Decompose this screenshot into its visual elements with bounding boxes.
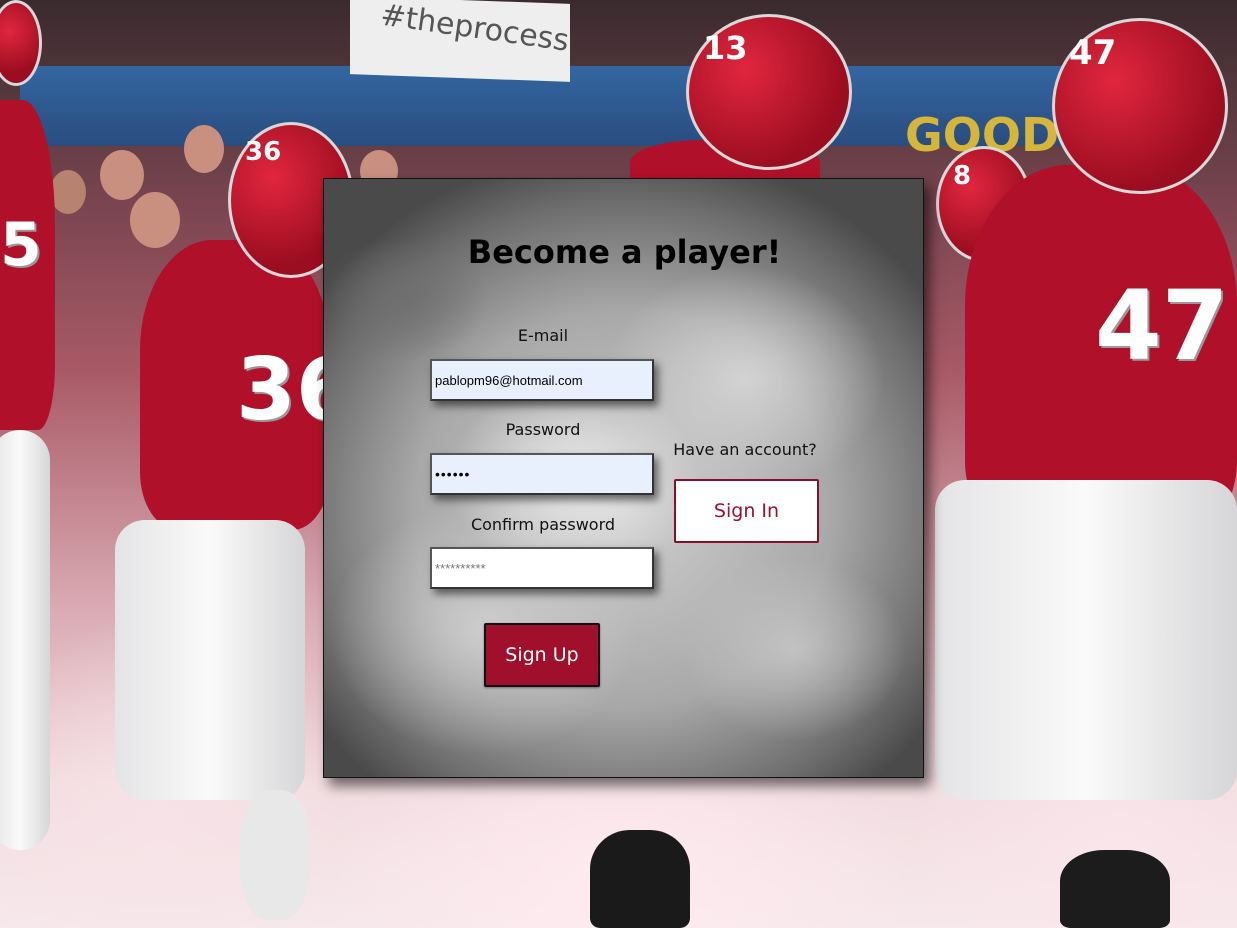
cleat <box>240 790 310 920</box>
crowd-fan <box>50 170 86 214</box>
jersey-number: 5 <box>0 210 42 280</box>
email-field[interactable] <box>430 359 654 401</box>
cleat <box>590 830 690 928</box>
player-pants <box>115 520 305 800</box>
sign-in-button[interactable]: Sign In <box>674 479 819 543</box>
crowd-fan <box>100 150 144 200</box>
have-account-text: Have an account? <box>673 440 817 459</box>
crowd-fan <box>184 125 224 173</box>
sign-up-button[interactable]: Sign Up <box>484 623 600 687</box>
signup-card: Become a player! E-mail Password Confirm… <box>323 178 924 778</box>
jersey-number: 47 <box>1095 270 1229 382</box>
player-36: 36 <box>140 240 356 530</box>
player-left: 5 <box>0 100 55 430</box>
email-label: E-mail <box>517 326 569 345</box>
helmet: 13 <box>686 14 852 170</box>
confirm-password-field[interactable] <box>430 547 654 589</box>
player-pants <box>0 430 50 850</box>
confirm-password-label: Confirm password <box>470 515 616 534</box>
page-title: Become a player! <box>467 233 782 271</box>
helmet: 47 <box>1052 18 1228 194</box>
password-label: Password <box>505 420 581 439</box>
crowd-fan <box>130 192 180 248</box>
cleat <box>1060 850 1170 928</box>
player-pants <box>935 480 1237 800</box>
password-field[interactable] <box>430 453 654 495</box>
